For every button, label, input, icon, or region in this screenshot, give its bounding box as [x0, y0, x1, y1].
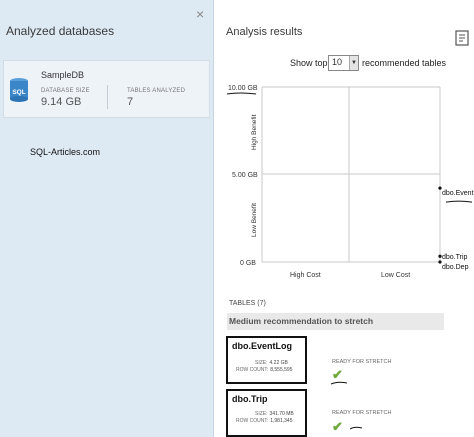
pane-title: Analyzed databases [6, 24, 115, 38]
table-name: dbo.EventLog [232, 341, 292, 351]
chevron-down-icon[interactable]: ▼ [349, 56, 358, 70]
annotation-underline [349, 426, 363, 430]
y-tick-label: 5.00 GB [232, 172, 258, 179]
data-point-label: dbo.Dep [442, 264, 469, 271]
table-size: SIZE: 341.70 MB [255, 411, 294, 417]
show-top-label: Show top [290, 58, 328, 68]
tables-analyzed-label: TABLES ANALYZED [127, 88, 186, 94]
recommended-tables-label: recommended tables [362, 58, 447, 68]
export-icon[interactable] [455, 30, 470, 46]
top-count-value: 10 [332, 57, 343, 67]
data-point-label: dbo.Trip [442, 254, 468, 261]
close-icon[interactable]: × [196, 6, 204, 22]
table-card-eventlog[interactable]: dbo.EventLog SIZE: 4.22 GB ROW COUNT: 8,55… [226, 336, 307, 384]
data-points: dbo.Event dbo.Trip dbo.Dep [438, 186, 474, 271]
top-count-select[interactable]: 10 ▼ [328, 55, 359, 71]
watermark-text: SQL-Articles.com [30, 147, 101, 157]
data-point [438, 186, 442, 190]
divider [107, 85, 108, 109]
status-label: READY FOR STRETCH [332, 410, 392, 416]
sql-icon-label: SQL [12, 89, 25, 96]
analysis-results-title: Analysis results [226, 26, 303, 38]
annotation-underline [445, 200, 473, 203]
y-tick-label: 0 GB [240, 260, 256, 267]
data-point-label: dbo.Event [442, 190, 474, 197]
database-size-value: 9.14 GB [41, 96, 82, 108]
y-axis-label-low: Low Benefit [251, 203, 258, 237]
sql-database-icon: SQL [10, 78, 28, 102]
database-card[interactable]: SQL SampleDB DATABASE SIZE 9.14 GB TABLE… [3, 60, 210, 118]
checkmark-icon: ✔ [332, 419, 343, 434]
section-header: Medium recommendation to stretch [227, 313, 444, 330]
data-point [438, 254, 442, 258]
y-tick-label: 10.00 GB [228, 85, 258, 92]
x-axis-label-high-cost: High Cost [290, 272, 321, 279]
database-name: SampleDB [41, 70, 85, 80]
data-point [438, 260, 442, 264]
table-row-count: ROW COUNT: 8,555,595 [236, 367, 293, 373]
status-label: READY FOR STRETCH [332, 359, 392, 365]
table-card-trip[interactable]: dbo.Trip SIZE: 341.70 MB ROW COUNT: 1,981,… [226, 389, 307, 437]
table-name: dbo.Trip [232, 394, 268, 404]
analyzed-databases-pane: Analyzed databases × SQL SampleDB DATABA… [0, 0, 214, 437]
annotation-underline [226, 92, 257, 95]
tables-count: TABLES (7) [229, 300, 266, 307]
y-axis-label-high: High Benefit [251, 114, 258, 150]
annotation-underline [330, 381, 348, 385]
section-title: Medium recommendation to stretch [229, 316, 374, 326]
x-axis-label-low-cost: Low Cost [381, 272, 410, 279]
tables-analyzed-value: 7 [127, 96, 134, 108]
table-row-count: ROW COUNT: 1,981,345 [236, 418, 293, 424]
database-size-label: DATABASE SIZE [41, 88, 90, 94]
table-size: SIZE: 4.22 GB [255, 360, 288, 366]
